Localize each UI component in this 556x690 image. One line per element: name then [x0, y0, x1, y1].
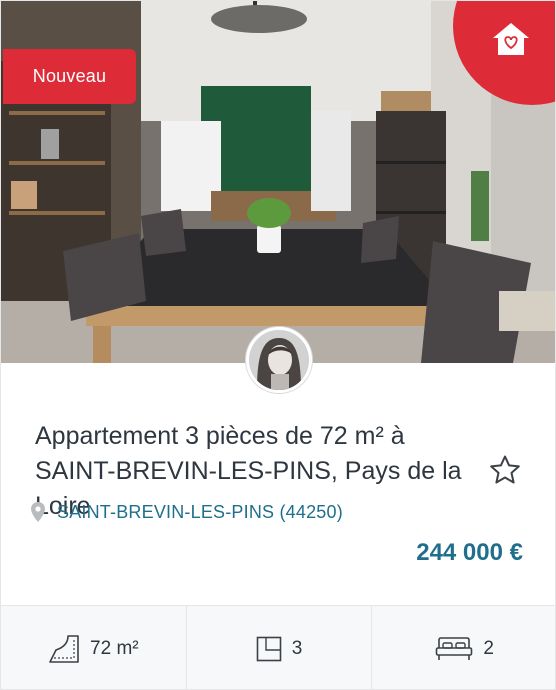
feature-rooms: 3 — [187, 606, 373, 689]
star-icon — [490, 455, 520, 484]
listing-photo[interactable]: Nouveau — [1, 1, 555, 363]
listing-price: 244 000 € — [416, 539, 523, 566]
listing-card[interactable]: Nouveau Appartement 3 pièces de 72 m² à … — [0, 0, 556, 690]
agent-avatar — [246, 327, 312, 393]
features-bar: 72 m² 3 2 — [1, 605, 555, 689]
surface-area-icon — [49, 634, 79, 663]
map-pin-icon — [31, 502, 45, 522]
feature-bedrooms: 2 — [372, 606, 555, 689]
house-heart-icon — [493, 23, 529, 55]
location-text: SAINT-BREVIN-LES-PINS (44250) — [57, 501, 343, 522]
surface-value: 72 m² — [90, 637, 139, 659]
new-badge: Nouveau — [3, 49, 136, 104]
save-star-button[interactable] — [489, 454, 521, 491]
bed-icon — [436, 636, 473, 660]
agent-portrait — [249, 330, 309, 390]
bedrooms-value: 2 — [483, 637, 494, 659]
rooms-value: 3 — [291, 637, 303, 659]
listing-location: SAINT-BREVIN-LES-PINS (44250) — [31, 499, 343, 525]
floor-plan-icon — [256, 636, 282, 661]
feature-surface: 72 m² — [1, 606, 187, 689]
